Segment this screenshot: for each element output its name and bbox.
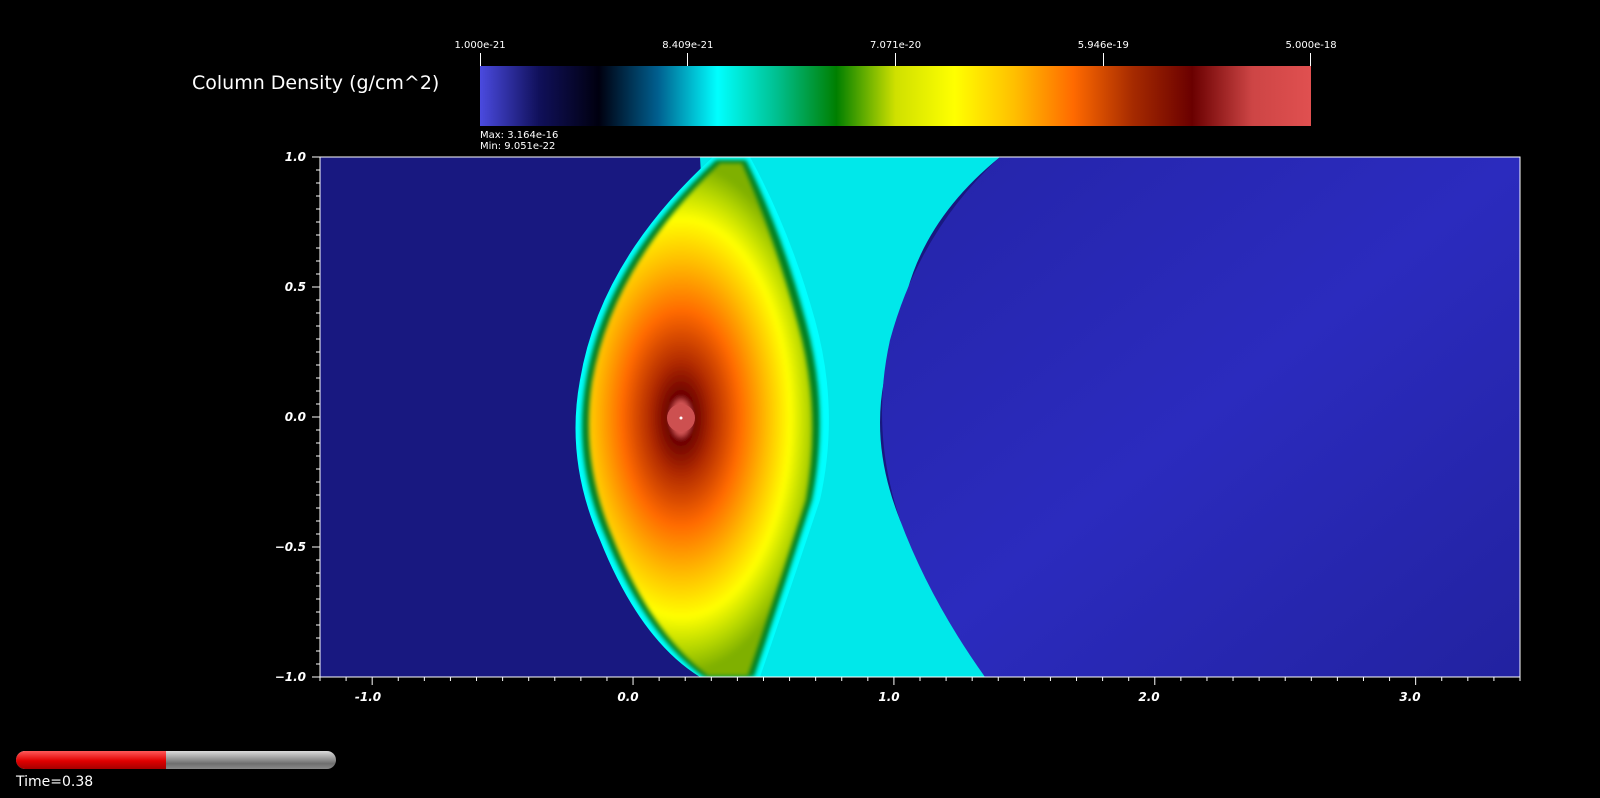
x-tick-label: 0.0 xyxy=(617,690,639,704)
y-tick-label: −1.0 xyxy=(274,670,306,684)
x-tick-label: 3.0 xyxy=(1399,690,1421,704)
time-progress-bar[interactable] xyxy=(16,751,336,769)
y-tick-label: 0.5 xyxy=(284,280,306,294)
time-label: Time=0.38 xyxy=(16,774,94,790)
time-progress-fill xyxy=(16,751,167,769)
x-tick-label: 1.0 xyxy=(878,690,900,704)
column-density-plot xyxy=(312,156,1521,685)
y-tick-label: 1.0 xyxy=(284,150,306,164)
y-tick-label: −0.5 xyxy=(274,540,306,554)
heatmap-image xyxy=(320,157,1520,677)
x-tick-label: -1.0 xyxy=(354,690,382,704)
far-wake-region xyxy=(882,157,1520,677)
dense-core-center xyxy=(679,416,683,420)
x-tick-label: 2.0 xyxy=(1138,690,1160,704)
y-tick-label: 0.0 xyxy=(284,410,306,424)
